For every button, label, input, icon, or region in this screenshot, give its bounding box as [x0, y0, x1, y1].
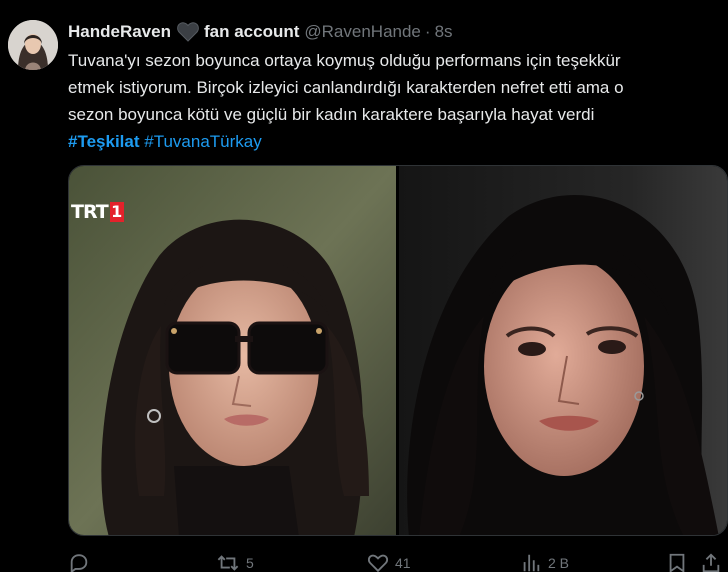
- tweet-actions: 5 41 2 B: [68, 552, 728, 572]
- display-name-suffix[interactable]: fan account: [204, 21, 299, 43]
- views-button[interactable]: 2 B: [520, 552, 569, 572]
- separator-dot: ·: [424, 22, 431, 41]
- timestamp[interactable]: 8s: [435, 21, 453, 43]
- black-heart-icon: [177, 22, 199, 42]
- channel-watermark: TRT 1: [71, 201, 124, 223]
- retweet-button[interactable]: 5: [216, 552, 254, 572]
- user-handle[interactable]: @RavenHande: [304, 21, 421, 43]
- share-icon: [702, 553, 720, 572]
- views-count: 2 B: [548, 555, 570, 571]
- views-icon: [523, 554, 540, 572]
- tweet-text-line: etmek istiyorum. Birçok izleyici canland…: [68, 78, 624, 97]
- display-name[interactable]: HandeRaven: [68, 21, 171, 43]
- share-button[interactable]: [700, 552, 722, 572]
- media-image-left[interactable]: TRT 1: [69, 166, 396, 535]
- tweet-text-line: sezon boyunca kötü ve güçlü bir kadın ka…: [68, 105, 595, 124]
- media-grid[interactable]: TRT 1: [68, 165, 728, 536]
- retweet-count: 5: [246, 555, 254, 571]
- like-button[interactable]: 41: [367, 552, 411, 572]
- tweet[interactable]: HandeRaven fan account @RavenHande · 8s …: [0, 0, 728, 572]
- like-count: 41: [395, 555, 411, 571]
- bookmark-icon: [669, 553, 685, 572]
- heart-icon: [367, 554, 389, 572]
- reply-icon: [70, 554, 88, 572]
- watermark-text: TRT: [71, 201, 109, 223]
- reply-button[interactable]: [68, 552, 96, 572]
- bookmark-button[interactable]: [666, 552, 688, 572]
- tweet-text-line: Tuvana'yı sezon boyunca ortaya koymuş ol…: [68, 51, 621, 70]
- tweet-text: Tuvana'yı sezon boyunca ortaya koymuş ol…: [68, 47, 718, 155]
- media-image-right[interactable]: [399, 166, 727, 535]
- hashtag-link[interactable]: #TuvanaTürkay: [144, 132, 261, 151]
- hashtag-link[interactable]: #Teşkilat: [68, 132, 140, 151]
- retweet-icon: [217, 555, 239, 571]
- tweet-header: HandeRaven fan account @RavenHande · 8s: [68, 21, 453, 43]
- watermark-box: 1: [109, 202, 124, 222]
- avatar[interactable]: [8, 20, 58, 70]
